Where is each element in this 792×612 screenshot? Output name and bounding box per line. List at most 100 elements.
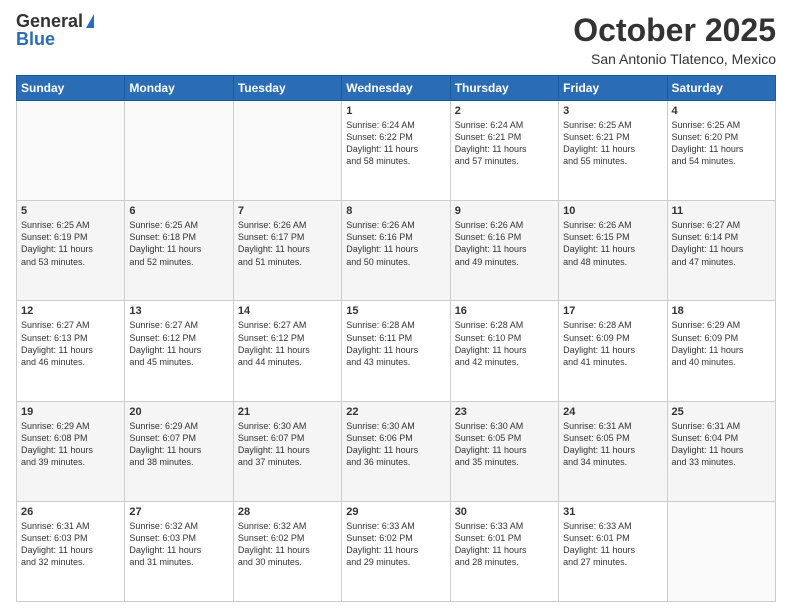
table-row: 16Sunrise: 6:28 AM Sunset: 6:10 PM Dayli… bbox=[450, 301, 558, 401]
day-info: Sunrise: 6:25 AM Sunset: 6:20 PM Dayligh… bbox=[672, 119, 771, 168]
table-row: 25 Sunrise: 6:31 AM Sunset: 6:04 PM Dayli… bbox=[667, 401, 775, 501]
day-info: Sunrise: 6:25 AM Sunset: 6:18 PM Dayligh… bbox=[129, 219, 228, 268]
day-number: 10 bbox=[563, 205, 662, 217]
table-row bbox=[17, 101, 125, 201]
table-row: 11 Sunrise: 6:27 AM Sunset: 6:14 PM Dayli… bbox=[667, 201, 775, 301]
day-number: 1 bbox=[346, 105, 445, 117]
day-info: Sunrise: 6:32 AM Sunset: 6:03 PM Dayligh… bbox=[129, 520, 228, 569]
day-number: 26 bbox=[21, 506, 120, 518]
day-number: 30 bbox=[455, 506, 554, 518]
day-info: Sunrise: 6:31 AM Sunset: 6:04 PM Dayligh… bbox=[672, 420, 771, 469]
day-info: Sunrise: 6:27 AM Sunset: 6:12 PM Dayligh… bbox=[129, 319, 228, 368]
day-info: Sunrise: 6:26 AM Sunset: 6:16 PM Dayligh… bbox=[346, 219, 445, 268]
table-row: 19Sunrise: 6:29 AM Sunset: 6:08 PM Dayli… bbox=[17, 401, 125, 501]
weekday-header-row: Sunday Monday Tuesday Wednesday Thursday… bbox=[17, 76, 776, 101]
day-number: 29 bbox=[346, 506, 445, 518]
header-friday: Friday bbox=[559, 76, 667, 101]
day-info: Sunrise: 6:27 AM Sunset: 6:13 PM Dayligh… bbox=[21, 319, 120, 368]
logo-blue-text: Blue bbox=[16, 30, 94, 50]
day-number: 2 bbox=[455, 105, 554, 117]
table-row: 14 Sunrise: 6:27 AM Sunset: 6:12 PM Dayli… bbox=[233, 301, 341, 401]
day-number: 5 bbox=[21, 205, 120, 217]
day-info: Sunrise: 6:27 AM Sunset: 6:12 PM Dayligh… bbox=[238, 319, 337, 368]
day-number: 23 bbox=[455, 406, 554, 418]
day-info: Sunrise: 6:26 AM Sunset: 6:15 PM Dayligh… bbox=[563, 219, 662, 268]
table-row: 28Sunrise: 6:32 AM Sunset: 6:02 PM Dayli… bbox=[233, 501, 341, 601]
day-number: 28 bbox=[238, 506, 337, 518]
day-info: Sunrise: 6:31 AM Sunset: 6:03 PM Dayligh… bbox=[21, 520, 120, 569]
day-info: Sunrise: 6:24 AM Sunset: 6:22 PM Dayligh… bbox=[346, 119, 445, 168]
day-number: 25 bbox=[672, 406, 771, 418]
table-row: 10 Sunrise: 6:26 AM Sunset: 6:15 PM Dayli… bbox=[559, 201, 667, 301]
table-row: 15 Sunrise: 6:28 AM Sunset: 6:11 PM Dayli… bbox=[342, 301, 450, 401]
table-row: 9 Sunrise: 6:26 AM Sunset: 6:16 PM Daylig… bbox=[450, 201, 558, 301]
table-row bbox=[125, 101, 233, 201]
table-row: 17Sunrise: 6:28 AM Sunset: 6:09 PM Dayli… bbox=[559, 301, 667, 401]
header-thursday: Thursday bbox=[450, 76, 558, 101]
day-info: Sunrise: 6:25 AM Sunset: 6:21 PM Dayligh… bbox=[563, 119, 662, 168]
table-row: 1 Sunrise: 6:24 AM Sunset: 6:22 PM Daylig… bbox=[342, 101, 450, 201]
header-wednesday: Wednesday bbox=[342, 76, 450, 101]
table-row bbox=[233, 101, 341, 201]
table-row: 12 Sunrise: 6:27 AM Sunset: 6:13 PM Dayli… bbox=[17, 301, 125, 401]
day-info: Sunrise: 6:30 AM Sunset: 6:06 PM Dayligh… bbox=[346, 420, 445, 469]
table-row: 8 Sunrise: 6:26 AM Sunset: 6:16 PM Daylig… bbox=[342, 201, 450, 301]
calendar-title: October 2025 bbox=[573, 12, 776, 49]
table-row: 22Sunrise: 6:30 AM Sunset: 6:06 PM Dayli… bbox=[342, 401, 450, 501]
day-info: Sunrise: 6:28 AM Sunset: 6:11 PM Dayligh… bbox=[346, 319, 445, 368]
day-info: Sunrise: 6:30 AM Sunset: 6:07 PM Dayligh… bbox=[238, 420, 337, 469]
table-row: 24Sunrise: 6:31 AM Sunset: 6:05 PM Dayli… bbox=[559, 401, 667, 501]
day-info: Sunrise: 6:26 AM Sunset: 6:17 PM Dayligh… bbox=[238, 219, 337, 268]
page: General Blue October 2025 San Antonio Tl… bbox=[0, 0, 792, 612]
day-number: 18 bbox=[672, 305, 771, 317]
day-number: 9 bbox=[455, 205, 554, 217]
day-number: 12 bbox=[21, 305, 120, 317]
table-row: 6 Sunrise: 6:25 AM Sunset: 6:18 PM Daylig… bbox=[125, 201, 233, 301]
table-row: 23Sunrise: 6:30 AM Sunset: 6:05 PM Dayli… bbox=[450, 401, 558, 501]
calendar-location: San Antonio Tlatenco, Mexico bbox=[573, 51, 776, 67]
day-number: 3 bbox=[563, 105, 662, 117]
day-number: 13 bbox=[129, 305, 228, 317]
table-row: 2 Sunrise: 6:24 AM Sunset: 6:21 PM Daylig… bbox=[450, 101, 558, 201]
day-number: 20 bbox=[129, 406, 228, 418]
day-number: 19 bbox=[21, 406, 120, 418]
table-row: 7Sunrise: 6:26 AM Sunset: 6:17 PM Daylig… bbox=[233, 201, 341, 301]
day-number: 27 bbox=[129, 506, 228, 518]
day-number: 14 bbox=[238, 305, 337, 317]
calendar-week-row: 1 Sunrise: 6:24 AM Sunset: 6:22 PM Daylig… bbox=[17, 101, 776, 201]
calendar-week-row: 12 Sunrise: 6:27 AM Sunset: 6:13 PM Dayli… bbox=[17, 301, 776, 401]
table-row: 26 Sunrise: 6:31 AM Sunset: 6:03 PM Dayli… bbox=[17, 501, 125, 601]
calendar-week-row: 19Sunrise: 6:29 AM Sunset: 6:08 PM Dayli… bbox=[17, 401, 776, 501]
table-row: 30Sunrise: 6:33 AM Sunset: 6:01 PM Dayli… bbox=[450, 501, 558, 601]
day-number: 11 bbox=[672, 205, 771, 217]
day-info: Sunrise: 6:29 AM Sunset: 6:09 PM Dayligh… bbox=[672, 319, 771, 368]
table-row: 5Sunrise: 6:25 AM Sunset: 6:19 PM Daylig… bbox=[17, 201, 125, 301]
header-saturday: Saturday bbox=[667, 76, 775, 101]
calendar-week-row: 26 Sunrise: 6:31 AM Sunset: 6:03 PM Dayli… bbox=[17, 501, 776, 601]
day-info: Sunrise: 6:26 AM Sunset: 6:16 PM Dayligh… bbox=[455, 219, 554, 268]
day-info: Sunrise: 6:24 AM Sunset: 6:21 PM Dayligh… bbox=[455, 119, 554, 168]
table-row: 29 Sunrise: 6:33 AM Sunset: 6:02 PM Dayli… bbox=[342, 501, 450, 601]
day-number: 24 bbox=[563, 406, 662, 418]
day-info: Sunrise: 6:33 AM Sunset: 6:02 PM Dayligh… bbox=[346, 520, 445, 569]
header-sunday: Sunday bbox=[17, 76, 125, 101]
table-row: 3 Sunrise: 6:25 AM Sunset: 6:21 PM Daylig… bbox=[559, 101, 667, 201]
day-number: 21 bbox=[238, 406, 337, 418]
table-row: 27 Sunrise: 6:32 AM Sunset: 6:03 PM Dayli… bbox=[125, 501, 233, 601]
table-row bbox=[667, 501, 775, 601]
day-number: 4 bbox=[672, 105, 771, 117]
day-number: 15 bbox=[346, 305, 445, 317]
table-row: 20Sunrise: 6:29 AM Sunset: 6:07 PM Dayli… bbox=[125, 401, 233, 501]
logo: General Blue bbox=[16, 12, 94, 50]
day-number: 6 bbox=[129, 205, 228, 217]
calendar-week-row: 5Sunrise: 6:25 AM Sunset: 6:19 PM Daylig… bbox=[17, 201, 776, 301]
header: General Blue October 2025 San Antonio Tl… bbox=[16, 12, 776, 67]
calendar-table: Sunday Monday Tuesday Wednesday Thursday… bbox=[16, 75, 776, 602]
table-row: 4 Sunrise: 6:25 AM Sunset: 6:20 PM Daylig… bbox=[667, 101, 775, 201]
header-monday: Monday bbox=[125, 76, 233, 101]
table-row: 13 Sunrise: 6:27 AM Sunset: 6:12 PM Dayli… bbox=[125, 301, 233, 401]
header-tuesday: Tuesday bbox=[233, 76, 341, 101]
day-number: 8 bbox=[346, 205, 445, 217]
day-number: 17 bbox=[563, 305, 662, 317]
day-info: Sunrise: 6:27 AM Sunset: 6:14 PM Dayligh… bbox=[672, 219, 771, 268]
